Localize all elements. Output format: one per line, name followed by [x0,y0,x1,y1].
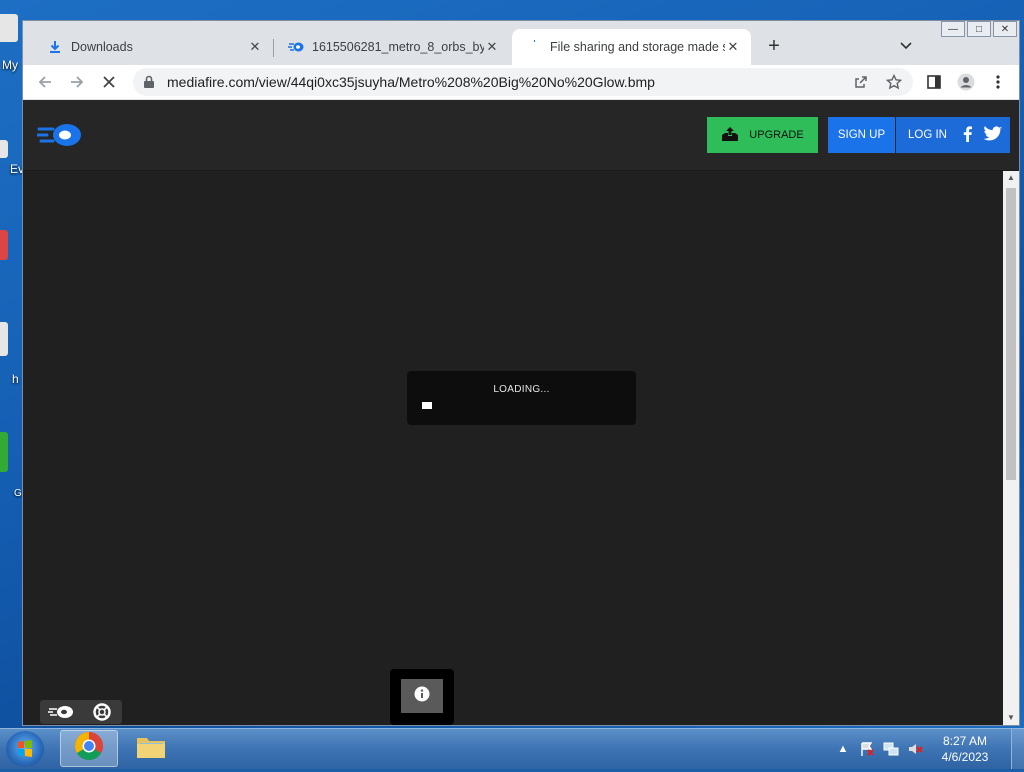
taskbar-chrome[interactable] [60,730,118,767]
desktop-icon-label: G [14,488,22,499]
maximize-button[interactable]: □ [967,21,991,37]
taskbar: ▲ 8:27 AM 4/6/2023 [0,728,1024,769]
info-icon [414,686,430,707]
volume-muted-icon[interactable] [905,739,925,759]
tab-title: Downloads [71,40,133,54]
download-icon [47,39,63,55]
back-button[interactable] [33,70,57,94]
show-hidden-icons-icon[interactable]: ▲ [833,739,853,759]
action-center-flag-icon[interactable] [857,739,877,759]
browser-window: — □ ✕ Downloads ✕ 1615506281_metro_8_orb… [22,20,1020,726]
profile-avatar-icon[interactable] [954,70,978,94]
facebook-icon[interactable] [959,125,977,146]
clock-time: 8:27 AM [942,734,988,748]
clock-date: 4/6/2023 [941,750,989,764]
computer-icon[interactable] [0,14,18,42]
system-tray: ▲ 8:27 AM 4/6/2023 [833,729,1024,769]
chrome-icon [74,731,104,766]
tab-title: File sharing and storage made sim [550,40,725,54]
info-button-face [401,679,443,713]
file-explorer-icon [135,732,167,765]
page-scrollbar[interactable]: ▲ ▼ [1003,171,1019,725]
mediafire-small-icon[interactable] [40,700,81,724]
close-tab-icon[interactable]: ✕ [725,39,741,55]
lock-icon[interactable] [143,75,155,94]
url-text[interactable]: mediafire.com/view/44qi0xc35jsuyha/Metro… [167,74,655,90]
tab-strip: Downloads ✕ 1615506281_metro_8_orbs_by_l… [23,21,1019,65]
loading-progress-bar [422,402,432,409]
close-tab-icon[interactable]: ✕ [247,39,263,55]
bottom-toolbar [40,700,122,724]
mediafire-icon [288,39,304,55]
loading-spinner-icon [526,39,542,55]
tab-file-sharing[interactable]: File sharing and storage made sim ✕ [512,29,751,65]
tab-title: 1615506281_metro_8_orbs_by_le [312,40,484,54]
show-desktop-button[interactable] [1011,729,1024,769]
site-header: UPGRADE SIGN UP LOG IN [23,100,1019,171]
upgrade-label: UPGRADE [749,129,804,141]
scroll-up-arrow-icon[interactable]: ▲ [1003,171,1019,185]
twitter-icon[interactable] [983,125,1003,146]
info-button[interactable] [390,669,454,725]
browser-toolbar: mediafire.com/view/44qi0xc35jsuyha/Metro… [23,65,1019,99]
upgrade-button[interactable]: UPGRADE [707,117,818,153]
sign-up-button[interactable]: SIGN UP [828,117,895,153]
log-in-area: LOG IN [896,117,1010,153]
browser-menu-icon[interactable] [986,70,1010,94]
start-button[interactable] [6,731,44,767]
tab-downloads[interactable]: Downloads ✕ [33,29,273,65]
taskbar-clock[interactable]: 8:27 AM 4/6/2023 [935,733,995,765]
desktop-item-icon[interactable] [0,140,8,158]
loading-dialog: LOADING... [407,371,636,425]
desktop-item-icon[interactable] [0,322,8,356]
scroll-thumb[interactable] [1006,188,1016,480]
social-links [959,125,1003,146]
address-bar[interactable]: mediafire.com/view/44qi0xc35jsuyha/Metro… [133,68,913,96]
upgrade-box-icon [721,126,739,145]
desktop-icon-label: My [2,58,18,72]
desktop-item-icon[interactable] [0,432,8,472]
window-controls: — □ ✕ [941,21,1017,37]
tab-search-chevron-icon[interactable] [895,35,917,57]
desktop-item-icon[interactable] [0,230,8,260]
bookmark-star-icon[interactable] [884,72,904,92]
minimize-button[interactable]: — [941,21,965,37]
web-page: UPGRADE SIGN UP LOG IN ▲ ▼ LOADING... [23,100,1019,725]
desktop-icon-label: h [12,372,19,386]
forward-button[interactable] [65,70,89,94]
stop-loading-button[interactable] [97,70,121,94]
close-window-button[interactable]: ✕ [993,21,1017,37]
side-panel-icon[interactable] [922,70,946,94]
log-in-button[interactable]: LOG IN [908,129,947,141]
tab-mediafire-file[interactable]: 1615506281_metro_8_orbs_by_le ✕ [274,29,510,65]
support-lifebuoy-icon[interactable] [81,700,122,724]
loading-text: LOADING... [493,384,550,395]
taskbar-file-explorer[interactable] [122,730,180,767]
close-tab-icon[interactable]: ✕ [484,39,500,55]
scroll-down-arrow-icon[interactable]: ▼ [1003,711,1019,725]
share-icon[interactable] [851,72,871,92]
mediafire-logo-icon[interactable] [35,120,83,157]
network-icon[interactable] [881,739,901,759]
new-tab-button[interactable]: + [763,35,785,57]
